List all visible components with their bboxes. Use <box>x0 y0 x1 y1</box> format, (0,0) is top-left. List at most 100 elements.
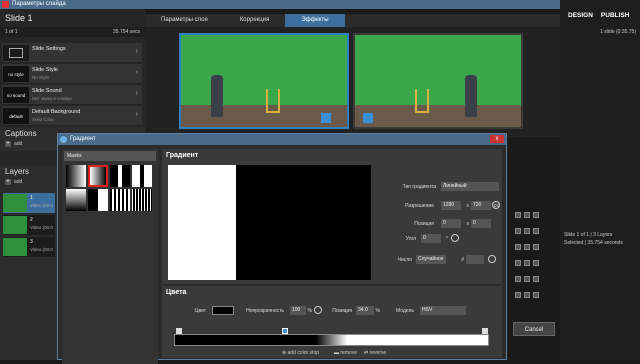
model-select[interactable]: HSV <box>420 306 466 315</box>
random-number-field[interactable]: Случайное <box>416 255 446 264</box>
opacity-label: Непрозрачность <box>246 308 284 314</box>
slide-time: 35.754 secs <box>113 29 140 35</box>
video-preview-area <box>145 27 560 137</box>
refresh-icon[interactable] <box>451 234 459 242</box>
layer-item[interactable]: 2 Video (00:0 <box>3 215 55 235</box>
checkbox-row[interactable] <box>515 292 555 300</box>
remove-label: remove <box>340 350 358 356</box>
mask-thumb[interactable] <box>66 165 86 187</box>
add-layer-label: add <box>14 179 23 185</box>
angle-field[interactable]: 0 <box>421 234 441 243</box>
slide-duration: 1 slide (0:35.75) <box>600 29 636 35</box>
slide-style-label: Slide Style <box>32 67 58 73</box>
mask-thumb-selected[interactable] <box>88 165 108 187</box>
cancel-button[interactable]: Cancel <box>513 322 555 336</box>
dialog-icon <box>60 136 67 143</box>
layer-thumb <box>3 216 27 234</box>
gradient-bar[interactable] <box>174 334 489 346</box>
slide-sound-value: Нет звука в слайде <box>32 96 73 101</box>
chevron-right-icon: › <box>135 48 138 55</box>
layer-type: Video (00:0 <box>30 203 53 208</box>
slide-settings-label: Slide Settings <box>32 46 66 52</box>
gradient-header: Градиент <box>166 152 199 159</box>
add-color-stop-button[interactable]: ⊕ add color stop <box>282 350 319 356</box>
slide-layer-info: Slide 1 of 1 | 3 Layers <box>564 232 613 238</box>
mask-thumb[interactable] <box>132 165 152 187</box>
right-panel: DESIGN PUBLISH 1 slide (0:35.75) Slide 1… <box>560 0 640 360</box>
dialog-title-bar: Градиент x <box>58 134 506 145</box>
slide-sound-row[interactable]: no sound Slide Sound Нет звука в слайде … <box>2 85 142 105</box>
plus-icon: + <box>5 179 11 185</box>
app-icon <box>2 1 9 8</box>
video-preview-left[interactable] <box>179 33 349 129</box>
default-background-label: Default Background <box>32 109 81 115</box>
add-color-stop-label: add color stop <box>287 350 320 356</box>
resolution-x-label: x <box>466 203 470 209</box>
slide-style-row[interactable]: no style Slide Style No Style › <box>2 64 142 84</box>
chevron-right-icon: › <box>135 69 138 76</box>
checkbox-row[interactable] <box>515 228 555 236</box>
mask-thumb[interactable] <box>88 189 108 211</box>
refresh-icon[interactable] <box>492 201 500 209</box>
reverse-label: reverse <box>369 350 387 356</box>
publish-tab[interactable]: PUBLISH <box>601 12 630 19</box>
angle-unit: ° <box>446 236 448 242</box>
mask-thumb[interactable] <box>110 189 130 211</box>
tab-layer-settings[interactable]: Параметры слоя <box>145 14 224 27</box>
gradient-type-select[interactable]: Линейный <box>441 182 499 191</box>
video-preview-right[interactable] <box>353 33 523 129</box>
position-y-field[interactable]: 0 <box>471 219 491 228</box>
masks-panel: Masks <box>62 149 158 364</box>
add-caption-label: add <box>14 141 23 147</box>
slide-counter: 1 of 1 <box>5 29 18 35</box>
default-background-row[interactable]: default Default Background Solid Color › <box>2 106 142 126</box>
slide-sound-thumb: no sound <box>3 87 29 103</box>
slide-style-thumb: no style <box>3 66 29 82</box>
selected-info: Selected | 35.754 seconds <box>564 240 623 246</box>
stop-position-label: Позиция <box>332 308 352 314</box>
position-x-separator: x <box>466 221 470 227</box>
gradient-type-label: Тип градиента <box>402 184 436 190</box>
resolution-height-field[interactable]: 720 <box>471 201 491 210</box>
reverse-button[interactable]: ⇄ reverse <box>364 350 386 356</box>
layer-number: 1 <box>30 195 33 201</box>
resolution-width-field[interactable]: 1280 <box>441 201 461 210</box>
position-label: Позиция <box>414 221 434 227</box>
default-background-value: Solid Color <box>32 117 55 122</box>
layer-options-tabs: Параметры слоя Коррекция Эффекты <box>145 14 560 27</box>
colors-header: Цвета <box>166 289 187 296</box>
slide-title: Slide 1 <box>5 13 33 23</box>
design-tab[interactable]: DESIGN <box>568 12 593 19</box>
checkbox-row[interactable] <box>515 244 555 252</box>
gradient-preview <box>168 165 371 280</box>
checkbox-row[interactable] <box>515 260 555 268</box>
number-label: Число <box>397 257 412 263</box>
dialog-title: Градиент <box>70 136 96 142</box>
layer-number: 3 <box>30 239 33 245</box>
checkbox-row[interactable] <box>515 276 555 284</box>
default-background-thumb: default <box>3 108 29 124</box>
slide-settings-row[interactable]: Slide Settings › <box>2 43 142 63</box>
model-label: Модель <box>396 308 414 314</box>
layer-item[interactable]: 3 Video (00:0 <box>3 237 55 257</box>
mask-thumb[interactable] <box>110 165 130 187</box>
chevron-right-icon: › <box>135 90 138 97</box>
checkbox-row[interactable] <box>515 212 555 220</box>
tab-effects[interactable]: Эффекты <box>285 14 345 27</box>
tab-correction[interactable]: Коррекция <box>224 14 286 27</box>
mask-thumb[interactable] <box>66 189 86 211</box>
window-title: Параметры слайда <box>12 1 66 7</box>
refresh-icon[interactable] <box>314 306 322 314</box>
number-hash-field[interactable] <box>466 255 484 264</box>
layer-item[interactable]: 1 Video (00:0 <box>3 193 55 213</box>
close-icon[interactable]: x <box>490 135 504 143</box>
refresh-icon[interactable] <box>488 255 496 263</box>
slide-counter-bar: 1 of 1 35.754 secs <box>0 27 145 37</box>
remove-button[interactable]: ▬ remove <box>334 350 357 356</box>
color-swatch[interactable] <box>212 306 234 315</box>
mask-thumb[interactable] <box>132 189 152 211</box>
layer-type: Video (00:0 <box>30 225 53 230</box>
layer-thumb <box>3 194 27 212</box>
mask-select[interactable]: Masks <box>64 151 156 161</box>
position-x-field[interactable]: 0 <box>441 219 461 228</box>
